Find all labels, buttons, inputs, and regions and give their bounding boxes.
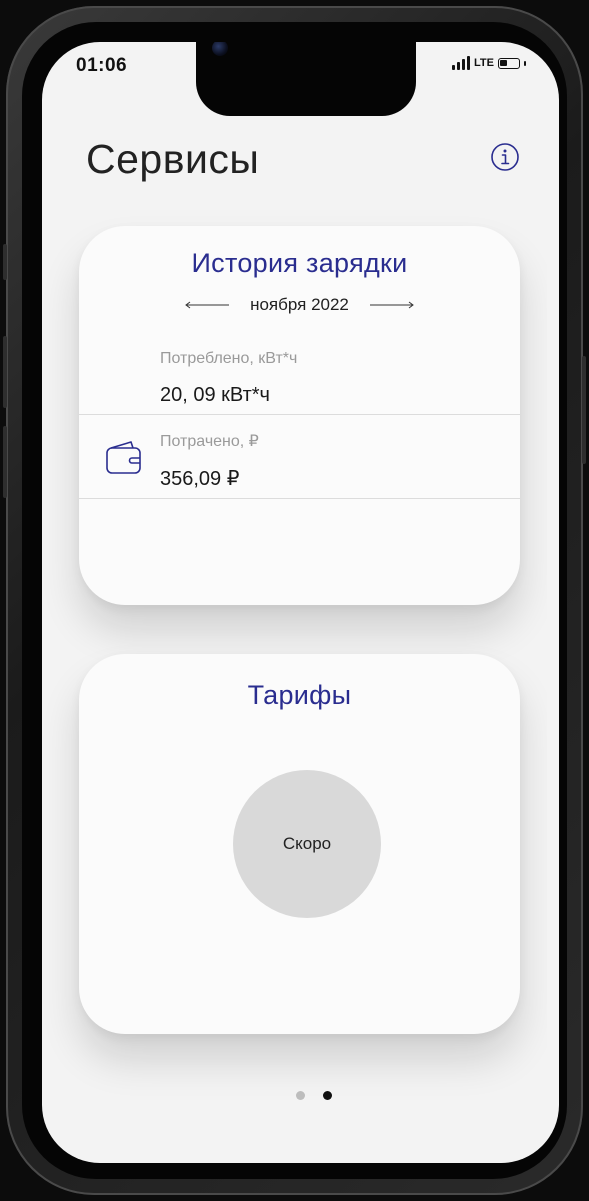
status-indicators: LTE: [452, 56, 526, 70]
spent-value: 356,09 ₽: [160, 468, 240, 490]
battery-cap: [523, 60, 526, 66]
screen-content: 01:06 LTE Сервисы История зарядки ноября…: [42, 42, 547, 1151]
consumed-value: 20, 09 кВт*ч: [160, 384, 270, 406]
network-type: LTE: [474, 57, 494, 69]
page-title: Сервисы: [86, 136, 260, 182]
power-button: [582, 356, 586, 464]
page-dot[interactable]: [296, 1091, 305, 1100]
arrow-left-icon[interactable]: [184, 300, 230, 310]
page-dot-active[interactable]: [323, 1091, 332, 1100]
page-indicator: [296, 1091, 332, 1100]
tariffs-card-title: Тарифы: [247, 680, 352, 710]
consumed-label: Потреблено, кВт*ч: [160, 350, 298, 367]
divider: [79, 498, 520, 499]
arrow-right-icon[interactable]: [369, 300, 415, 310]
month-selector: ноября 2022: [79, 295, 520, 315]
coming-soon-badge: Скоро: [233, 770, 381, 918]
charging-history-card[interactable]: История зарядки ноября 2022 Потреблено, …: [79, 226, 520, 605]
signal-icon: [452, 56, 470, 70]
wallet-icon: [106, 441, 141, 474]
mute-switch: [3, 244, 7, 280]
spent-label: Потрачено, ₽: [160, 433, 259, 450]
volume-down-button: [3, 426, 7, 498]
coming-soon-label: Скоро: [282, 834, 332, 853]
volume-up-button: [3, 336, 7, 408]
notch: [196, 42, 416, 116]
history-card-title: История зарядки: [191, 248, 408, 278]
month-label: ноября 2022: [250, 295, 349, 314]
info-icon[interactable]: [490, 142, 520, 172]
status-time: 01:06: [76, 55, 128, 76]
battery-icon: [497, 57, 520, 69]
tariffs-card[interactable]: Тарифы Скоро: [79, 654, 520, 1034]
divider: [79, 414, 520, 415]
